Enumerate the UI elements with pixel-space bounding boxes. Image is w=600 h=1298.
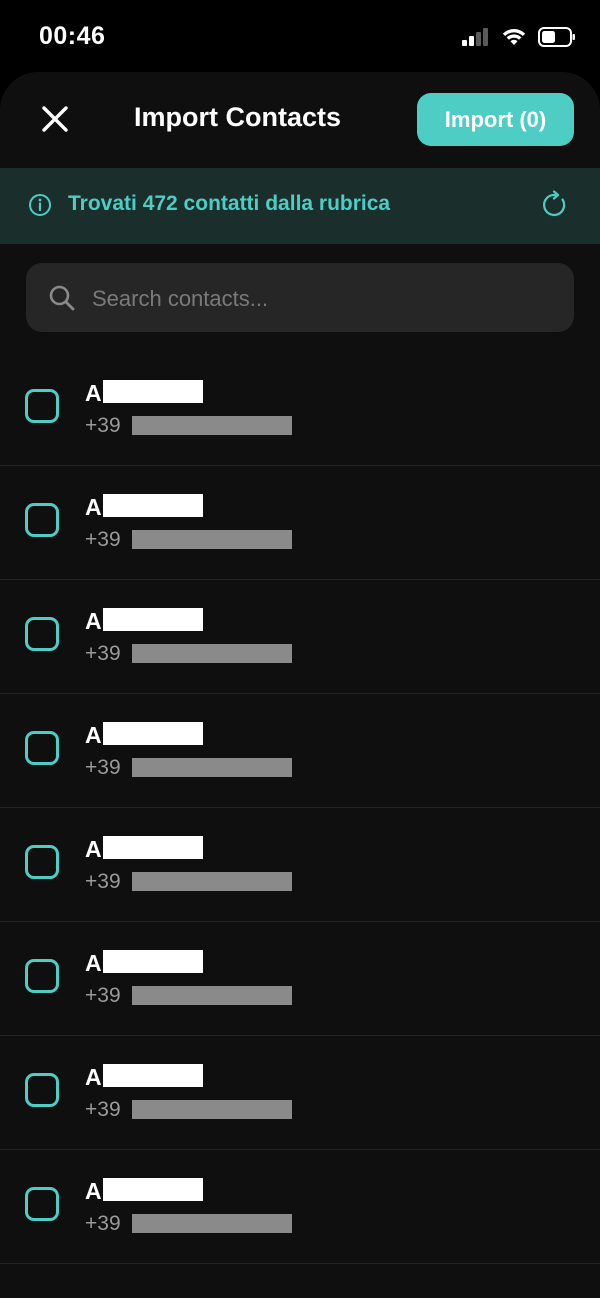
contact-row[interactable]: A +39 (0, 352, 600, 466)
redacted-phone-block (132, 530, 292, 549)
search-input[interactable] (90, 263, 564, 334)
contact-phone: +39 (85, 414, 121, 437)
redacted-name-block (103, 722, 203, 745)
contact-row[interactable]: A +39 (0, 922, 600, 1036)
contact-row[interactable]: A +39 (0, 466, 600, 580)
contact-checkbox[interactable] (25, 1187, 59, 1221)
redacted-name-block (103, 950, 203, 973)
contact-list: A +39 A +39 A +39 A +39 A +39 A +39 A +39 A +39 (0, 352, 600, 1264)
import-contacts-sheet: Import Contacts Import (0) Trovati 472 c… (0, 72, 600, 1298)
status-bar: 00:46 (0, 0, 600, 72)
page-title: Import Contacts (134, 102, 342, 132)
contact-name: A (85, 836, 102, 862)
contact-row[interactable]: A +39 (0, 1036, 600, 1150)
search-box (26, 263, 574, 334)
contact-name: A (85, 380, 102, 406)
wifi-icon (502, 29, 526, 45)
refresh-icon[interactable] (540, 190, 570, 220)
contact-phone: +39 (85, 1212, 121, 1235)
redacted-name-block (103, 608, 203, 631)
contact-row[interactable]: A +39 (0, 580, 600, 694)
status-time: 00:46 (39, 22, 106, 50)
redacted-phone-block (132, 986, 292, 1005)
contact-name: A (85, 950, 102, 976)
contact-phone: +39 (85, 756, 121, 779)
contact-checkbox[interactable] (25, 617, 59, 651)
redacted-phone-block (132, 758, 292, 777)
info-icon (29, 194, 51, 216)
info-banner: Trovati 472 contatti dalla rubrica (0, 168, 600, 244)
close-icon (42, 106, 68, 132)
redacted-name-block (103, 1178, 203, 1201)
redacted-name-block (103, 494, 203, 517)
contact-phone: +39 (85, 870, 121, 893)
contact-checkbox[interactable] (25, 959, 59, 993)
battery-icon (538, 27, 575, 47)
close-button[interactable] (30, 94, 80, 144)
contact-name: A (85, 494, 102, 520)
contact-name: A (85, 1064, 102, 1090)
contact-checkbox[interactable] (25, 503, 59, 537)
redacted-name-block (103, 1064, 203, 1087)
contact-checkbox[interactable] (25, 1073, 59, 1107)
contact-checkbox[interactable] (25, 731, 59, 765)
contact-phone: +39 (85, 528, 121, 551)
contact-row[interactable]: A +39 (0, 1150, 600, 1264)
contact-name: A (85, 608, 102, 634)
signal-icon (462, 28, 488, 46)
contact-checkbox[interactable] (25, 389, 59, 423)
contact-name: A (85, 1178, 102, 1204)
redacted-name-block (103, 836, 203, 859)
contact-row[interactable]: A +39 (0, 694, 600, 808)
redacted-phone-block (132, 644, 292, 663)
search-icon (49, 285, 75, 311)
contact-phone: +39 (85, 1098, 121, 1121)
redacted-phone-block (132, 872, 292, 891)
redacted-phone-block (132, 1214, 292, 1233)
import-button[interactable]: Import (0) (417, 93, 574, 146)
contact-phone: +39 (85, 984, 121, 1007)
status-icons (462, 26, 576, 48)
contact-name: A (85, 722, 102, 748)
header: Import Contacts Import (0) (0, 72, 600, 168)
contact-row[interactable]: A +39 (0, 808, 600, 922)
contact-phone: +39 (85, 642, 121, 665)
redacted-name-block (103, 380, 203, 403)
redacted-phone-block (132, 416, 292, 435)
contacts-found-message: Trovati 472 contatti dalla rubrica (68, 192, 391, 215)
contact-checkbox[interactable] (25, 845, 59, 879)
redacted-phone-block (132, 1100, 292, 1119)
